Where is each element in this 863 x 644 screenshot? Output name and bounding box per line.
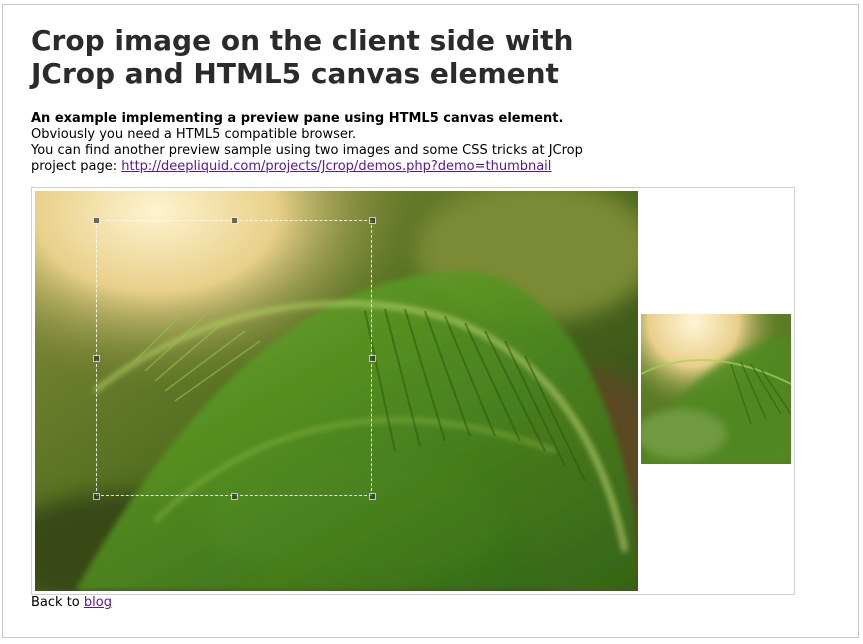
- intro-line-4-prefix: project page:: [31, 159, 122, 174]
- intro-line-3: You can find another preview sample usin…: [31, 143, 583, 158]
- preview-image: [641, 314, 791, 464]
- blog-link[interactable]: blog: [84, 595, 112, 610]
- preview-canvas: [641, 314, 791, 464]
- page-title: Crop image on the client side with JCrop…: [31, 24, 574, 90]
- intro-text: An example implementing a preview pane u…: [31, 111, 631, 175]
- crop-handle-w[interactable]: [93, 355, 100, 362]
- intro-line-4: project page: http://deepliquid.com/proj…: [31, 159, 631, 175]
- crop-handle-se[interactable]: [369, 493, 376, 500]
- back-prefix: Back to: [31, 595, 84, 610]
- crop-handle-sw[interactable]: [93, 493, 100, 500]
- intro-bold-line: An example implementing a preview pane u…: [31, 111, 564, 126]
- crop-handle-ne[interactable]: [369, 217, 376, 224]
- crop-handle-e[interactable]: [369, 355, 376, 362]
- crop-stage: [31, 187, 795, 595]
- crop-target-image[interactable]: [35, 191, 638, 591]
- intro-line-2: Obviously you need a HTML5 compatible br…: [31, 127, 357, 142]
- crop-handle-s[interactable]: [231, 493, 238, 500]
- crop-handle-n[interactable]: [231, 217, 238, 224]
- back-to-blog: Back to blog: [31, 595, 112, 611]
- jcrop-demo-link[interactable]: http://deepliquid.com/projects/Jcrop/dem…: [121, 159, 551, 174]
- crop-handle-nw[interactable]: [93, 217, 100, 224]
- crop-selection[interactable]: [93, 217, 376, 500]
